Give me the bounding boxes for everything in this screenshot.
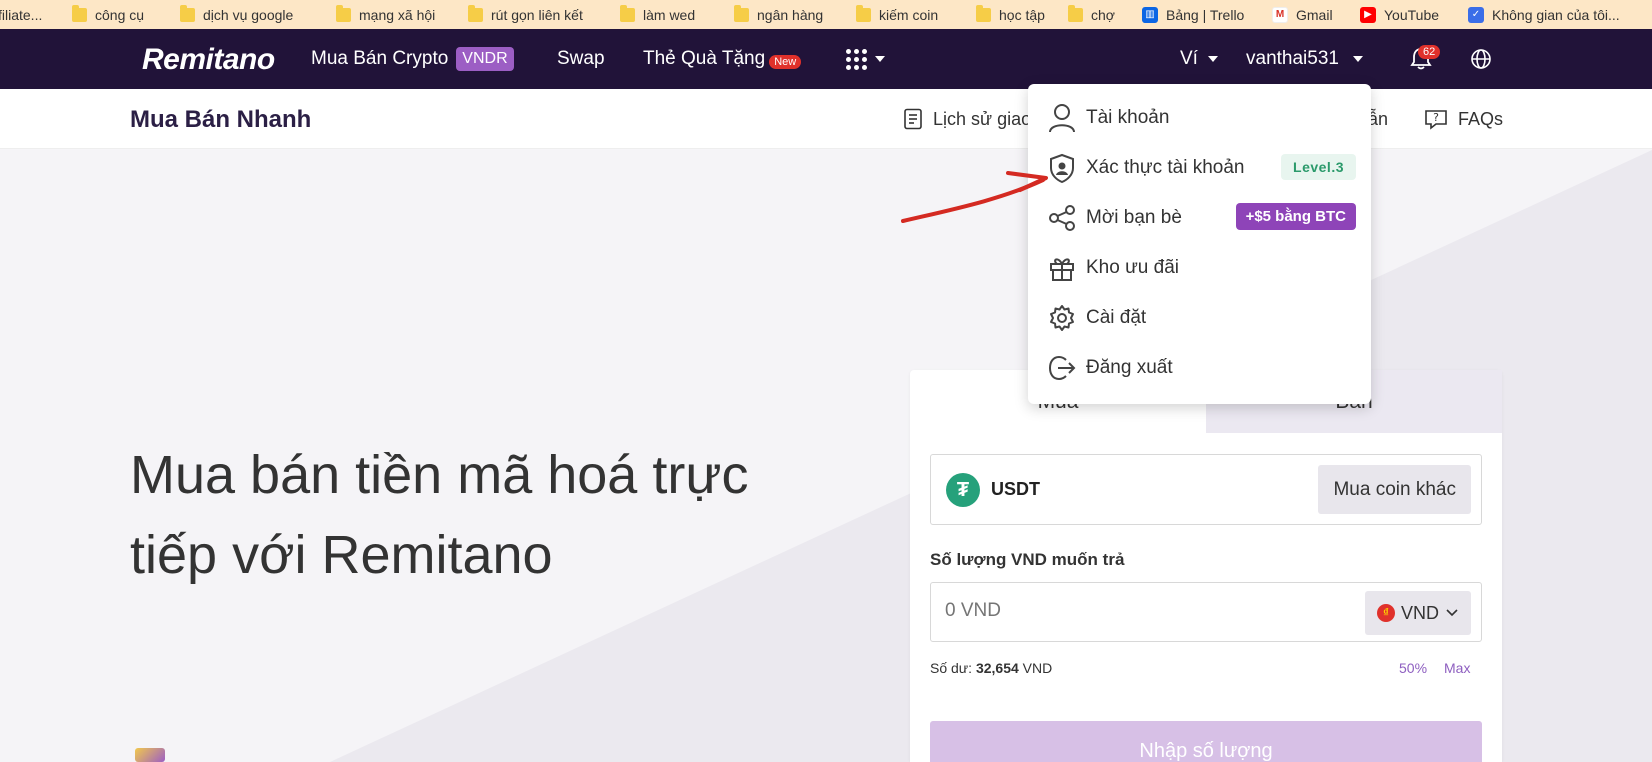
promo-icon <box>135 748 165 762</box>
annotation-arrow <box>901 171 1048 223</box>
